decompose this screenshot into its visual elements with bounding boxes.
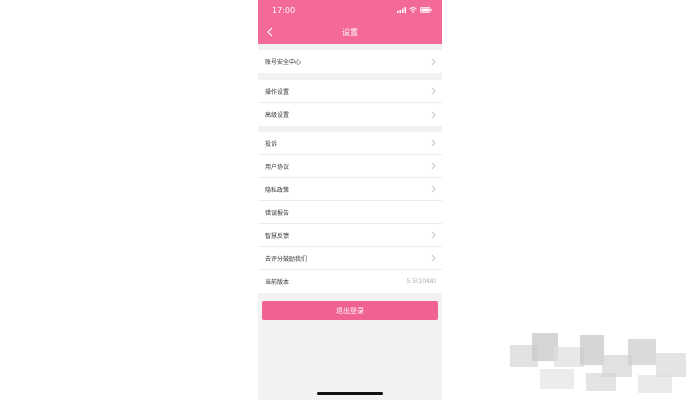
row-right xyxy=(431,111,436,119)
screen: 17:00 设置 账号安全中心 操作设置 高级设置 投诉 用户协议 隐私政策 错… xyxy=(0,0,700,400)
settings-item-current-version: 当前版本 5.5(1048) xyxy=(258,270,442,293)
settings-item-rate-us[interactable]: 去评分鼓励我们 xyxy=(258,247,442,270)
wifi-icon xyxy=(409,7,417,13)
row-right xyxy=(431,139,436,147)
row-right xyxy=(431,185,436,193)
chevron-right-icon xyxy=(431,185,436,193)
phone-screen: 17:00 设置 账号安全中心 操作设置 高级设置 投诉 用户协议 隐私政策 错… xyxy=(258,0,442,400)
chevron-right-icon xyxy=(431,111,436,118)
settings-group-account: 账号安全中心 xyxy=(258,50,442,73)
row-right xyxy=(431,87,436,95)
battery-icon xyxy=(420,7,432,13)
row-right xyxy=(431,162,436,170)
status-time: 17:00 xyxy=(272,5,296,15)
settings-item-label: 去评分鼓励我们 xyxy=(265,255,308,263)
settings-item-operation[interactable]: 操作设置 xyxy=(258,80,442,103)
settings-item-label: 错误报告 xyxy=(265,209,290,217)
status-icons xyxy=(397,7,432,13)
settings-item-complaint[interactable]: 投诉 xyxy=(258,132,442,155)
settings-group-about: 投诉 用户协议 隐私政策 错误报告 智慧反馈 去评分鼓励我们 当前版本 5.5(… xyxy=(258,132,442,293)
settings-item-label: 操作设置 xyxy=(265,88,290,96)
settings-item-label: 高级设置 xyxy=(265,112,290,119)
chevron-left-icon xyxy=(267,27,273,37)
logout-button[interactable]: 退出登录 xyxy=(262,301,438,320)
chevron-right-icon xyxy=(431,254,436,262)
settings-item-account-security[interactable]: 账号安全中心 xyxy=(258,50,442,73)
signal-icon xyxy=(397,7,406,13)
chevron-right-icon xyxy=(431,87,436,95)
settings-item-feedback[interactable]: 智慧反馈 xyxy=(258,224,442,247)
settings-item-label: 隐私政策 xyxy=(265,186,290,194)
row-right xyxy=(431,254,436,262)
chevron-right-icon xyxy=(431,58,436,65)
home-indicator[interactable] xyxy=(317,392,383,395)
settings-item-privacy-policy[interactable]: 隐私政策 xyxy=(258,178,442,201)
settings-item-label: 用户协议 xyxy=(265,163,290,171)
settings-item-label: 智慧反馈 xyxy=(265,232,290,240)
status-bar: 17:00 xyxy=(258,0,442,20)
row-right xyxy=(431,231,436,239)
chevron-right-icon xyxy=(431,162,436,170)
settings-item-label: 账号安全中心 xyxy=(265,59,302,66)
row-right xyxy=(431,58,436,66)
back-button[interactable] xyxy=(264,26,276,38)
settings-item-label: 当前版本 xyxy=(265,279,290,286)
settings-group-operation: 操作设置 高级设置 xyxy=(258,80,442,126)
settings-item-advanced[interactable]: 高级设置 xyxy=(258,103,442,126)
chevron-right-icon xyxy=(431,139,436,147)
settings-item-error-report[interactable]: 错误报告 xyxy=(258,201,442,224)
chevron-right-icon xyxy=(431,231,436,239)
row-right: 5.5(1048) xyxy=(407,278,437,285)
settings-item-label: 投诉 xyxy=(265,140,278,148)
page-title: 设置 xyxy=(342,27,358,37)
nav-bar: 设置 xyxy=(258,20,442,44)
version-value: 5.5(1048) xyxy=(406,278,437,285)
watermark-graphic xyxy=(510,333,686,393)
settings-item-user-agreement[interactable]: 用户协议 xyxy=(258,155,442,178)
